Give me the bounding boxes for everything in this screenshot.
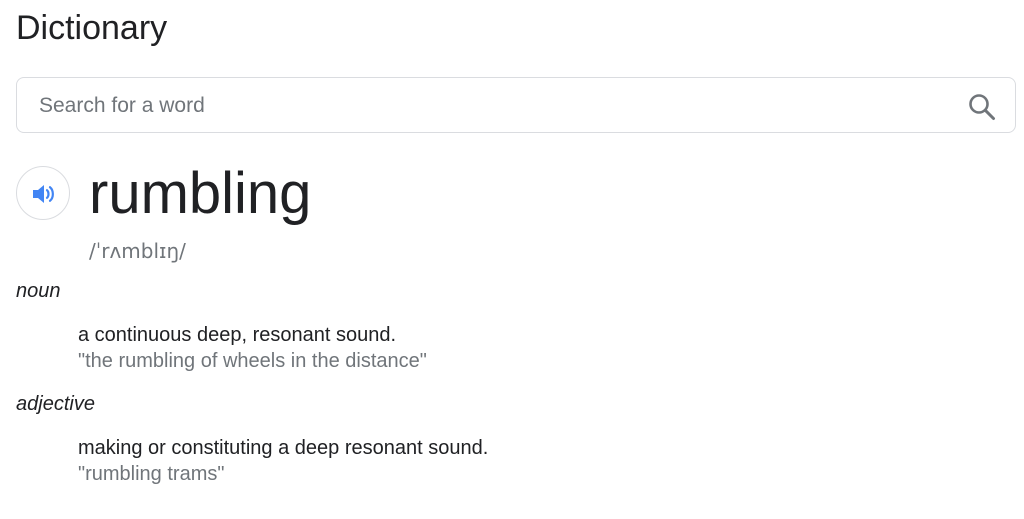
- page-title: Dictionary: [16, 9, 168, 47]
- search-input[interactable]: [39, 90, 939, 122]
- definition-text: a continuous deep, resonant sound.: [78, 324, 397, 346]
- speaker-icon: [33, 185, 54, 203]
- example-text: "rumbling trams": [78, 463, 225, 485]
- pronounce-button[interactable]: [16, 166, 70, 220]
- search-box[interactable]: [16, 77, 1016, 133]
- part-of-speech-adjective: adjective: [16, 393, 95, 415]
- search-icon[interactable]: [967, 92, 997, 122]
- dictionary-page: Dictionary rumbling /ˈrʌmblɪŋ/ noun a co…: [0, 0, 1024, 519]
- example-text: "the rumbling of wheels in the distance": [78, 350, 427, 372]
- headword: rumbling: [89, 161, 312, 226]
- definition-text: making or constituting a deep resonant s…: [78, 437, 489, 459]
- pronunciation: /ˈrʌmblɪŋ/: [89, 239, 186, 263]
- part-of-speech-noun: noun: [16, 280, 61, 302]
